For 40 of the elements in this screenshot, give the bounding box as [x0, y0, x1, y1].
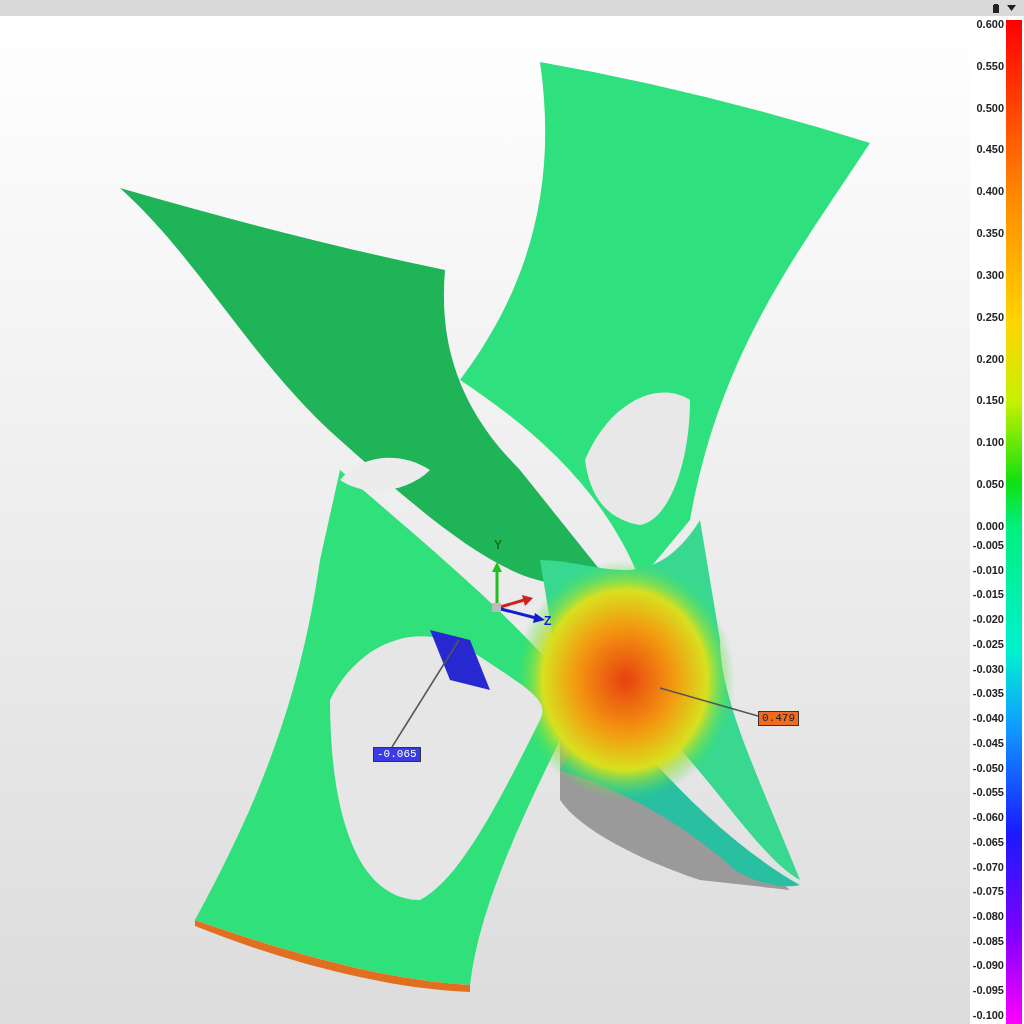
scale-label: -0.020	[972, 612, 1004, 627]
scale-label: -0.080	[972, 909, 1004, 923]
scale-label: 0.100	[976, 435, 1004, 450]
scale-label: -0.015	[972, 587, 1004, 602]
scale-label: 0.250	[976, 309, 1004, 324]
scale-label: -0.095	[972, 983, 1004, 998]
scale-label: -0.100	[972, 1007, 1004, 1022]
axis-label: Z	[544, 614, 552, 628]
scale-label: 0.000	[976, 518, 1004, 533]
scale-label: -0.060	[972, 810, 1004, 825]
scale-label: -0.035	[972, 686, 1004, 701]
scale-label: -0.005	[972, 538, 1004, 552]
scale-label: 0.600	[976, 17, 1004, 31]
scale-label: 0.050	[976, 477, 1004, 492]
deviation-label: -0.065	[373, 747, 421, 762]
scale-label: 0.450	[976, 142, 1004, 157]
scale-label: -0.055	[972, 785, 1004, 800]
scale-label: 0.200	[976, 351, 1004, 366]
scale-label: 0.150	[976, 393, 1004, 408]
scale-label: -0.040	[972, 711, 1004, 726]
caret-icon[interactable]	[1007, 5, 1016, 11]
scale-label: -0.070	[972, 859, 1004, 874]
scale-label: -0.010	[972, 562, 1004, 577]
scale-label: -0.030	[972, 661, 1004, 676]
scale-label: -0.025	[972, 636, 1004, 651]
scale-label: -0.075	[972, 884, 1004, 899]
scale-label: -0.045	[972, 735, 1004, 750]
scale-label: 0.550	[976, 58, 1004, 73]
scale-label: 0.400	[976, 184, 1004, 199]
scale-label: -0.050	[972, 760, 1004, 775]
scale-label: -0.085	[972, 933, 1004, 948]
scale-label: -0.090	[972, 958, 1004, 973]
scale-label: 0.500	[976, 100, 1004, 115]
scale-label: 0.300	[976, 267, 1004, 282]
scale-label: -0.065	[972, 834, 1004, 849]
battery-icon	[993, 3, 999, 13]
axis-label: Y	[494, 538, 502, 552]
deviation-label: 0.479	[758, 711, 799, 726]
scale-label: 0.350	[976, 226, 1004, 241]
origin-marker	[492, 603, 501, 612]
